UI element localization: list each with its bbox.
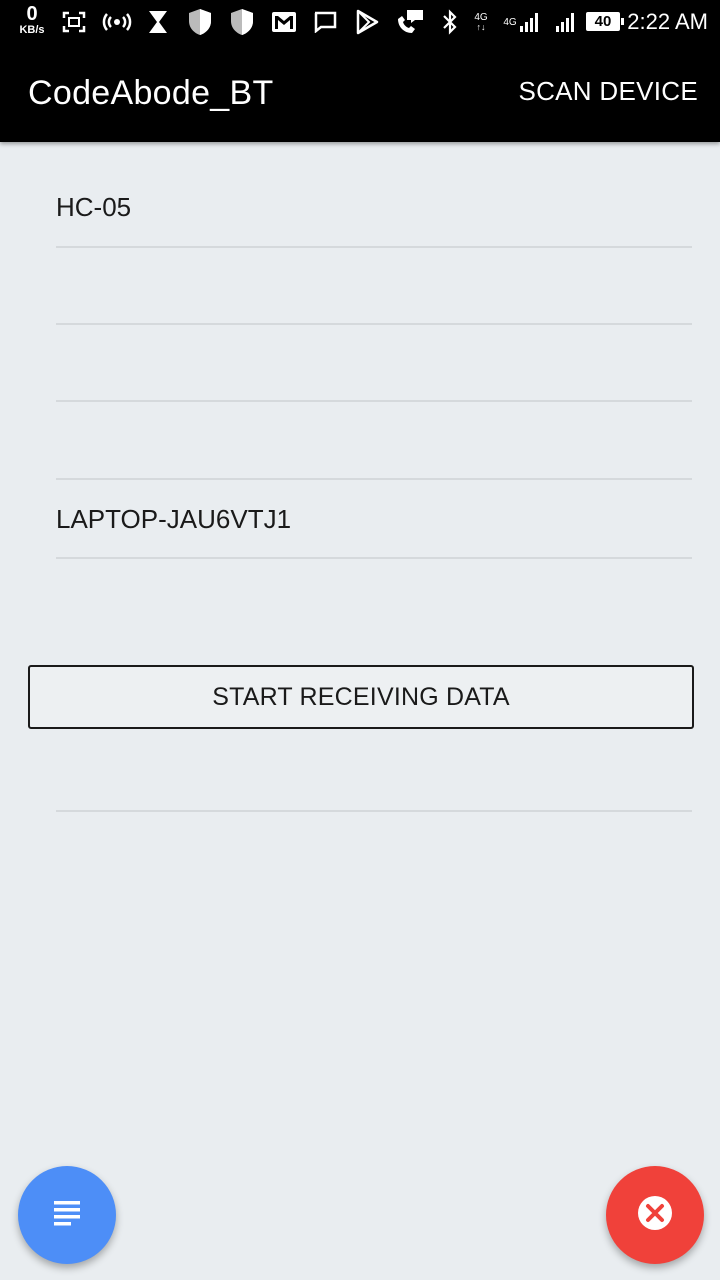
bluetooth-icon bbox=[440, 8, 460, 36]
scan-device-button[interactable]: SCAN DEVICE bbox=[518, 76, 698, 107]
app-bar: CodeAbode_BT SCAN DEVICE bbox=[0, 44, 720, 142]
battery-level: 40 bbox=[594, 13, 612, 30]
device-name: HC-05 bbox=[56, 192, 132, 222]
gmail-icon bbox=[270, 8, 298, 36]
clock: 2:22 AM bbox=[627, 9, 708, 34]
device-list-item[interactable]: LAPTOP-JAU6VTJ1 bbox=[56, 480, 692, 558]
network-type-icon: 4G ↑↓ bbox=[474, 11, 488, 32]
app-title: CodeAbode_BT bbox=[28, 74, 274, 112]
hourglass-icon bbox=[146, 8, 170, 36]
chat-call-icon bbox=[394, 8, 426, 36]
close-icon bbox=[637, 1195, 673, 1236]
signal-icon: 4G bbox=[500, 8, 544, 36]
play-store-icon bbox=[354, 8, 380, 36]
close-fab-button[interactable] bbox=[606, 1166, 704, 1264]
device-list-item[interactable] bbox=[56, 248, 692, 324]
device-name: LAPTOP-JAU6VTJ1 bbox=[56, 504, 292, 534]
device-list-item[interactable]: HC-05 bbox=[56, 168, 692, 246]
shield-icon bbox=[186, 8, 214, 36]
divider bbox=[56, 400, 692, 402]
hotspot-icon bbox=[100, 8, 134, 36]
list-icon bbox=[52, 1198, 82, 1233]
network-speed-unit: KB/s bbox=[19, 24, 45, 36]
signal-icon bbox=[554, 8, 578, 36]
data-divider bbox=[56, 810, 692, 812]
divider bbox=[56, 557, 692, 559]
message-icon bbox=[312, 8, 338, 36]
network-speed-value: 0 bbox=[26, 3, 38, 25]
start-receiving-data-button[interactable]: START RECEIVING DATA bbox=[28, 665, 694, 729]
status-bar: 0 KB/s 4G ↑↓ 4G 40 2:22 AM bbox=[0, 0, 720, 44]
list-fab-button[interactable] bbox=[18, 1166, 116, 1264]
screenshot-icon bbox=[60, 8, 88, 36]
network-type-label: 4G bbox=[474, 11, 488, 23]
shield-icon bbox=[228, 8, 256, 36]
network-type-label: 4G bbox=[503, 16, 517, 28]
device-list-item[interactable] bbox=[56, 325, 692, 401]
battery-icon: 40 bbox=[586, 12, 624, 31]
network-speed: 0 KB/s bbox=[14, 4, 50, 36]
